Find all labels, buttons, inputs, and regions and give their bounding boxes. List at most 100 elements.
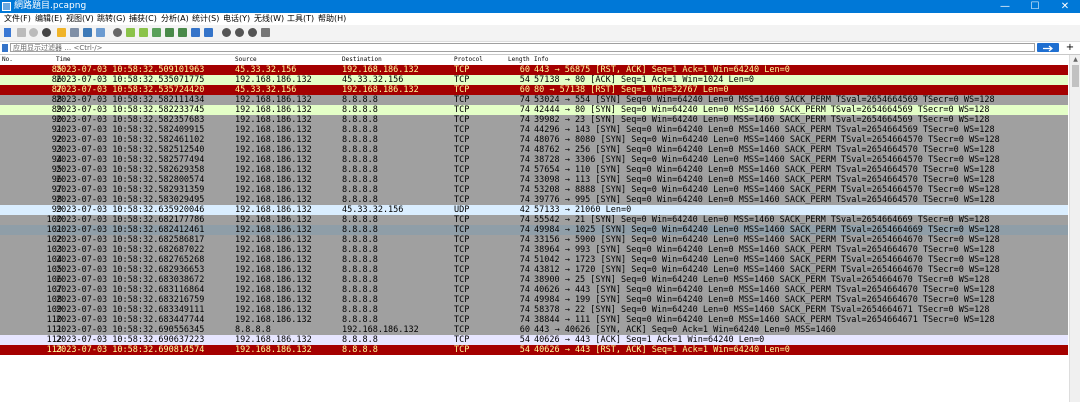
packet-no: 112 (46, 335, 62, 345)
resize-columns-icon[interactable] (261, 28, 270, 37)
column-length[interactable]: Length (508, 55, 530, 65)
maximize-button[interactable]: ☐ (1020, 0, 1050, 13)
packet-row[interactable]: 106 2023-07-03 10:58:32.683038672 192.168.… (0, 275, 1068, 285)
go-back-icon[interactable] (126, 28, 135, 37)
packet-row[interactable]: 88 2023-07-03 10:58:32.582111434 192.168.1… (0, 95, 1068, 105)
autoscroll-icon[interactable] (191, 28, 200, 37)
open-file-icon[interactable] (57, 28, 66, 37)
normal-size-icon[interactable] (248, 28, 257, 37)
packet-length: 60 (519, 325, 530, 335)
packet-row[interactable]: 109 2023-07-03 10:58:32.683349111 192.168.… (0, 305, 1068, 315)
column-source[interactable]: Source (235, 55, 257, 65)
packet-row[interactable]: 97 2023-07-03 10:58:32.582931359 192.168.1… (0, 185, 1068, 195)
last-packet-icon[interactable] (178, 28, 187, 37)
menu-wireless[interactable]: 无线(W) (254, 13, 284, 25)
packet-length: 74 (519, 145, 530, 155)
packet-no: 95 (51, 165, 62, 175)
menu-tools[interactable]: 工具(T) (287, 13, 314, 25)
bookmark-icon[interactable] (2, 44, 8, 52)
packet-row[interactable]: 92 2023-07-03 10:58:32.582461102 192.168.1… (0, 135, 1068, 145)
packet-row[interactable]: 100 2023-07-03 10:58:32.682177786 192.168.… (0, 215, 1068, 225)
packet-time: 2023-07-03 10:58:32.582357683 (56, 115, 205, 125)
packet-no: 87 (51, 85, 62, 95)
first-packet-icon[interactable] (165, 28, 174, 37)
packet-source: 192.168.186.132 (235, 265, 312, 275)
packet-row[interactable]: 104 2023-07-03 10:58:32.682765268 192.168.… (0, 255, 1068, 265)
column-time[interactable]: Time (56, 55, 70, 65)
stop-capture-icon[interactable] (17, 28, 26, 37)
packet-row[interactable]: 103 2023-07-03 10:58:32.682687022 192.168.… (0, 245, 1068, 255)
menu-telephony[interactable]: 电话(Y) (223, 13, 250, 25)
find-packet-icon[interactable] (113, 28, 122, 37)
packet-protocol: TCP (454, 75, 470, 85)
scroll-up-icon[interactable]: ▲ (1071, 56, 1080, 64)
menu-edit[interactable]: 编辑(E) (35, 13, 62, 25)
capture-options-icon[interactable] (42, 28, 51, 37)
menu-capture[interactable]: 捕获(C) (129, 13, 157, 25)
packet-length: 74 (519, 195, 530, 205)
packet-row[interactable]: 94 2023-07-03 10:58:32.582577494 192.168.1… (0, 155, 1068, 165)
packet-row[interactable]: 87 2023-07-03 10:58:32.535724420 45.33.32.… (0, 85, 1068, 95)
colorize-icon[interactable] (204, 28, 213, 37)
packet-destination: 8.8.8.8 (342, 245, 378, 255)
packet-row[interactable]: 93 2023-07-03 10:58:32.582512540 192.168.1… (0, 145, 1068, 155)
packet-source: 192.168.186.132 (235, 75, 312, 85)
add-filter-button[interactable]: + (1063, 42, 1077, 53)
menu-statistics[interactable]: 统计(S) (192, 13, 219, 25)
packet-row[interactable]: 111 2023-07-03 10:58:32.690556345 8.8.8.8 1… (0, 325, 1068, 335)
packet-destination: 8.8.8.8 (342, 275, 378, 285)
zoom-in-icon[interactable] (222, 28, 231, 37)
packet-time: 2023-07-03 10:58:32.509101963 (56, 65, 205, 75)
column-protocol[interactable]: Protocol (454, 55, 483, 65)
close-button[interactable]: ✕ (1050, 0, 1080, 13)
packet-protocol: TCP (454, 195, 470, 205)
menu-go[interactable]: 跳转(G) (97, 13, 125, 25)
packet-source: 192.168.186.132 (235, 235, 312, 245)
reload-file-icon[interactable] (96, 28, 105, 37)
packet-protocol: TCP (454, 115, 470, 125)
packet-row[interactable]: 99 2023-07-03 10:58:32.635920046 192.168.1… (0, 205, 1068, 215)
column-no[interactable]: No. (2, 55, 13, 65)
packet-row[interactable]: 110 2023-07-03 10:58:32.683447744 192.168.… (0, 315, 1068, 325)
column-info[interactable]: Info (534, 55, 548, 65)
packet-row[interactable]: 108 2023-07-03 10:58:32.683216759 192.168.… (0, 295, 1068, 305)
packet-list-scrollbar[interactable]: ▲ (1069, 55, 1080, 402)
zoom-out-icon[interactable] (235, 28, 244, 37)
menu-help[interactable]: 帮助(H) (318, 13, 346, 25)
packet-length: 74 (519, 285, 530, 295)
packet-row[interactable]: 105 2023-07-03 10:58:32.682936653 192.168.… (0, 265, 1068, 275)
packet-row[interactable]: 112 2023-07-03 10:58:32.690637223 192.168.… (0, 335, 1068, 345)
go-forward-icon[interactable] (139, 28, 148, 37)
packet-row[interactable]: 101 2023-07-03 10:58:32.682412461 192.168.… (0, 225, 1068, 235)
packet-row[interactable]: 89 2023-07-03 10:58:32.582233745 192.168.1… (0, 105, 1068, 115)
packet-row[interactable]: 85 2023-07-03 10:58:32.509101963 45.33.32.… (0, 65, 1068, 75)
minimize-button[interactable]: — (990, 0, 1020, 13)
scroll-thumb[interactable] (1072, 65, 1079, 87)
start-capture-icon[interactable] (4, 28, 11, 37)
display-filter-input[interactable]: 应用显示过滤器 … <Ctrl-/> (10, 43, 1035, 52)
menu-file[interactable]: 文件(F) (4, 13, 31, 25)
packet-info: 40626 → 443 [ACK] Seq=1 Ack=1 Win=64240 … (534, 335, 765, 345)
menu-view[interactable]: 视图(V) (66, 13, 94, 25)
packet-source: 192.168.186.132 (235, 185, 312, 195)
column-destination[interactable]: Destination (342, 55, 382, 65)
packet-row[interactable]: 91 2023-07-03 10:58:32.582409915 192.168.1… (0, 125, 1068, 135)
packet-row[interactable]: 113 2023-07-03 10:58:32.690814574 192.168.… (0, 345, 1068, 355)
packet-row[interactable]: 107 2023-07-03 10:58:32.683116864 192.168.… (0, 285, 1068, 295)
packet-row[interactable]: 86 2023-07-03 10:58:32.535071775 192.168.1… (0, 75, 1068, 85)
restart-capture-icon[interactable] (29, 28, 38, 37)
packet-row[interactable]: 90 2023-07-03 10:58:32.582357683 192.168.1… (0, 115, 1068, 125)
packet-protocol: TCP (454, 325, 470, 335)
packet-row[interactable]: 102 2023-07-03 10:58:32.682586817 192.168.… (0, 235, 1068, 245)
save-file-icon[interactable] (70, 28, 79, 37)
packet-row[interactable]: 96 2023-07-03 10:58:32.582800574 192.168.1… (0, 175, 1068, 185)
packet-row[interactable]: 98 2023-07-03 10:58:32.583029495 192.168.1… (0, 195, 1068, 205)
go-to-packet-icon[interactable] (152, 28, 161, 37)
apply-filter-button[interactable] (1037, 43, 1059, 52)
packet-source: 192.168.186.132 (235, 335, 312, 345)
close-file-icon[interactable] (83, 28, 92, 37)
packet-time: 2023-07-03 10:58:32.690556345 (56, 325, 205, 335)
menu-analyze[interactable]: 分析(A) (161, 13, 189, 25)
packet-length: 54 (519, 335, 530, 345)
packet-row[interactable]: 95 2023-07-03 10:58:32.582629358 192.168.1… (0, 165, 1068, 175)
